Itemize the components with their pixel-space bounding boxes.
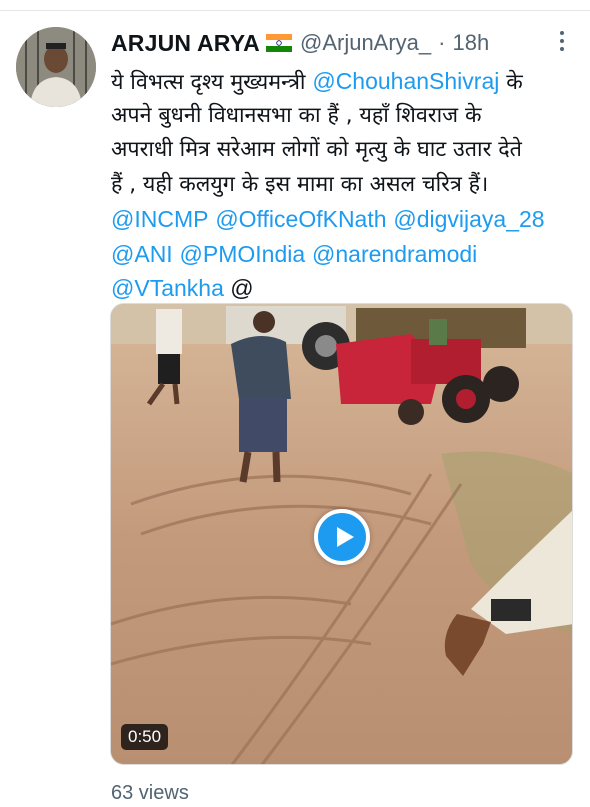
tweet-text-segment: अपने बुधनी विधानसभा का हैं , यहाँ शिवराज…	[111, 102, 482, 128]
tweet-text-line: @VTankha @	[111, 271, 581, 306]
mention-link[interactable]: @PMOIndia	[180, 241, 306, 267]
tweet-text-segment: ये विभत्स दृश्य मुख्यमन्त्री	[111, 70, 313, 95]
display-name[interactable]: ARJUN ARYA	[111, 30, 260, 57]
mention-link[interactable]: @narendramodi	[312, 241, 477, 267]
mention-link[interactable]: @ChouhanShivraj	[312, 68, 499, 94]
tweet-text-segment: हैं , यही कलयुग के इस मामा का असल चरित्र…	[111, 171, 489, 197]
tweet-text-line: ये विभत्स दृश्य मुख्यमन्त्री @ChouhanShi…	[111, 64, 581, 99]
view-count: 63 views	[111, 782, 189, 804]
tweet-text-line: अपने बुधनी विधानसभा का हैं , यहाँ शिवराज…	[111, 99, 581, 134]
author-handle[interactable]: @ArjunArya_	[300, 30, 431, 56]
mention-link[interactable]: @OfficeOfKNath	[215, 206, 386, 232]
tweet-text: ये विभत्स दृश्य मुख्यमन्त्री @ChouhanShi…	[111, 64, 581, 306]
more-options-icon[interactable]	[555, 31, 569, 53]
india-flag-icon	[265, 34, 292, 52]
top-divider	[0, 10, 590, 11]
tweet-text-segment: के	[499, 70, 523, 95]
tweet-text-line: हैं , यही कलयुग के इस मामा का असल चरित्र…	[111, 168, 581, 203]
avatar-image	[16, 27, 96, 107]
tweet-text-segment	[173, 243, 180, 268]
tweet-text-line: @INCMP @OfficeOfKNath @digvijaya_28	[111, 202, 581, 237]
tweet-text-line: अपराधी मित्र सरेआम लोगों को मृत्यु के घा…	[111, 133, 581, 168]
tweet-text-line: @ANI @PMOIndia @narendramodi	[111, 237, 581, 272]
mention-link[interactable]: @ANI	[111, 241, 173, 267]
video-player[interactable]: 0:50	[110, 303, 573, 765]
header-separator: ·	[438, 30, 446, 55]
tweet-header: ARJUN ARYA @ArjunArya_ · 18h	[111, 28, 489, 58]
avatar[interactable]	[16, 27, 96, 107]
tweet-text-segment	[305, 243, 312, 268]
mention-link[interactable]: @digvijaya_28	[393, 206, 544, 232]
play-icon[interactable]	[314, 509, 370, 565]
video-duration: 0:50	[121, 724, 169, 750]
mention-link[interactable]: @INCMP	[111, 206, 208, 232]
tweet-text-segment: अपराधी मित्र सरेआम लोगों को मृत्यु के घा…	[111, 137, 522, 162]
tweet-timestamp[interactable]: 18h	[452, 30, 489, 56]
tweet-text-segment: @	[223, 275, 254, 301]
mention-link[interactable]: @VTankha	[111, 275, 224, 301]
